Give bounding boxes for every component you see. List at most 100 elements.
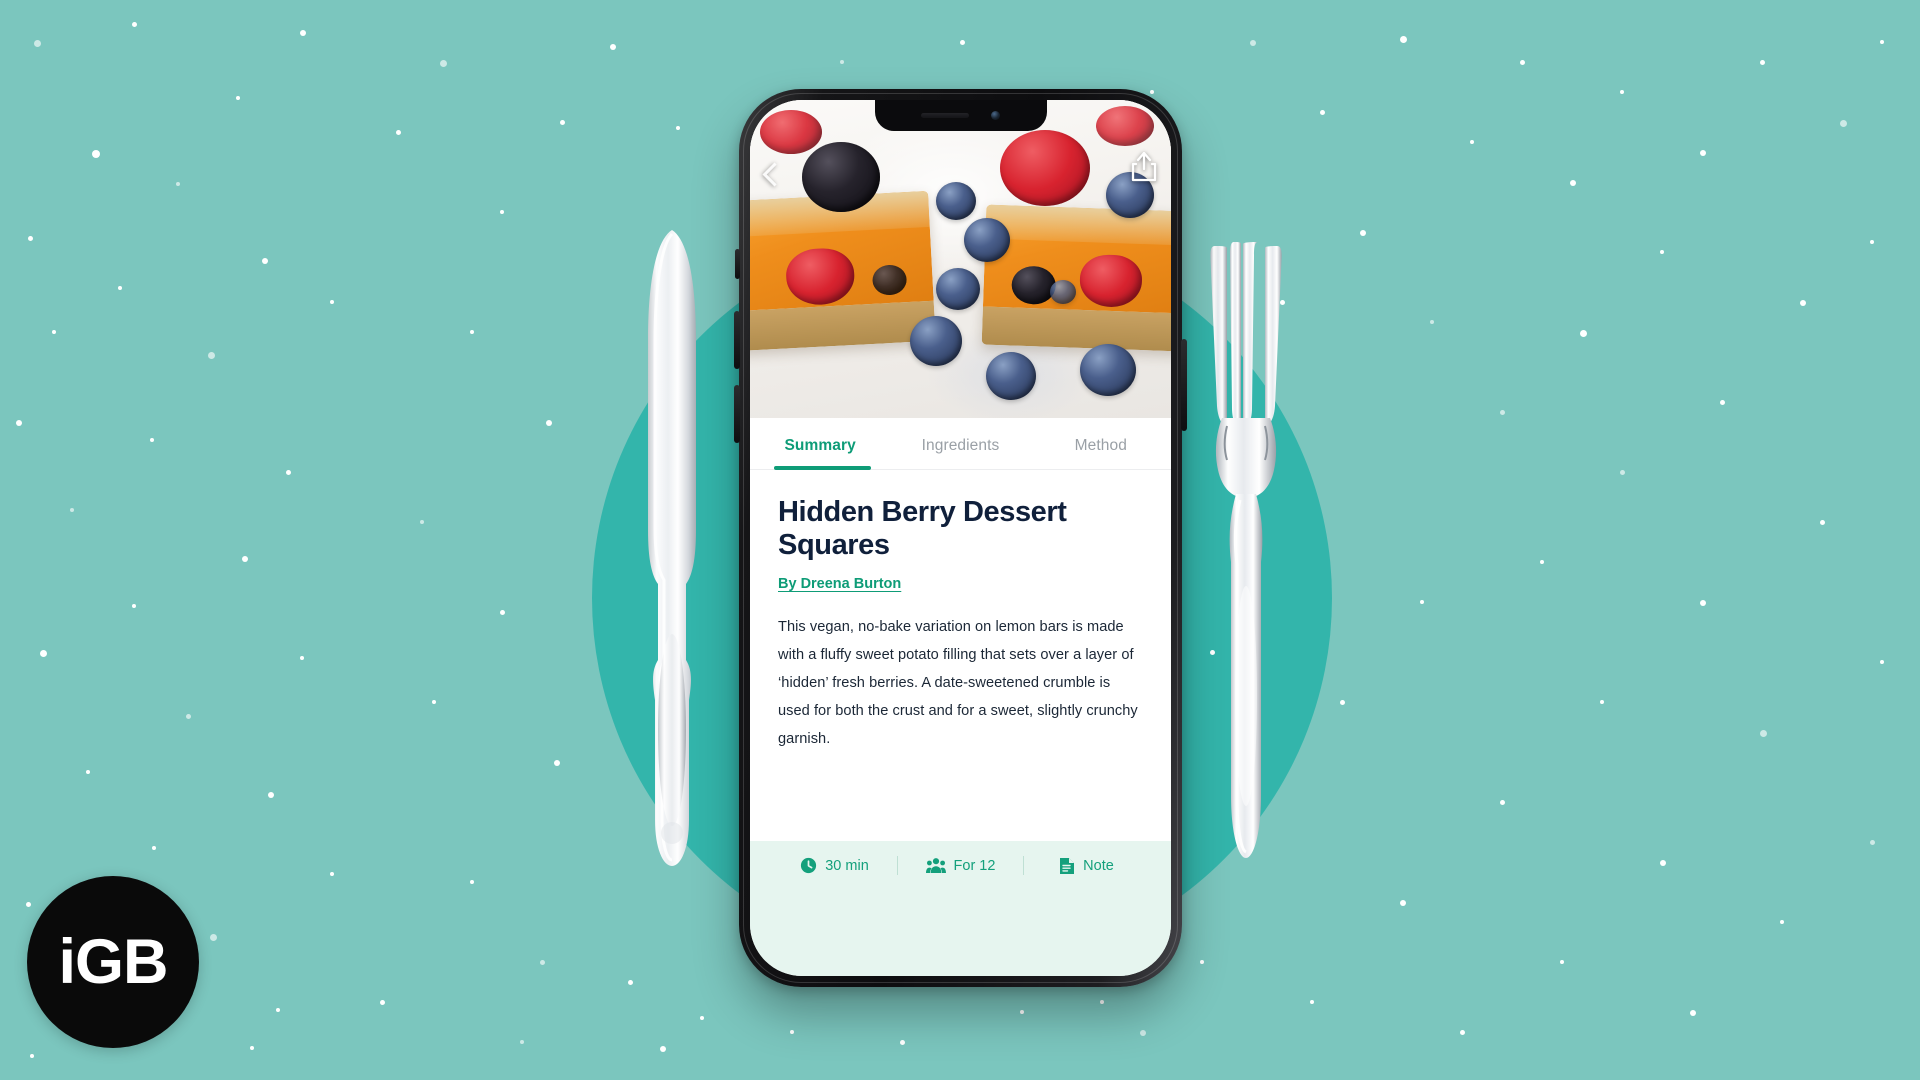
confetti-dot [268,792,274,798]
confetti-dot [34,40,41,47]
confetti-dot [242,556,248,562]
confetti-dot [1400,900,1406,906]
meta-cook-time[interactable]: 30 min [772,857,897,874]
confetti-dot [132,604,136,608]
confetti-dot [1540,560,1544,564]
confetti-dot [1360,230,1366,236]
confetti-dot [1400,36,1407,43]
confetti-dot [1880,40,1884,44]
meta-note-label: Note [1083,857,1114,874]
confetti-dot [210,934,217,941]
share-icon[interactable] [1131,152,1157,182]
silent-switch[interactable] [735,249,740,279]
note-icon [1060,857,1075,874]
confetti-dot [1880,660,1884,664]
confetti-dot [396,130,401,135]
confetti-dot [186,714,191,719]
meta-servings[interactable]: For 12 [898,857,1023,874]
confetti-dot [1620,470,1625,475]
confetti-dot [1840,120,1847,127]
confetti-dot [1280,300,1285,305]
confetti-dot [1500,410,1505,415]
confetti-dot [1200,960,1204,964]
confetti-dot [16,420,22,426]
recipe-hero-image [750,100,1171,418]
summary-panel: Hidden Berry Dessert Squares By Dreena B… [750,470,1171,841]
confetti-dot [700,1016,704,1020]
volume-up-button[interactable] [734,311,740,369]
confetti-dot [380,1000,385,1005]
confetti-dot [1870,240,1874,244]
confetti-dot [1820,520,1825,525]
dessert-square-left [750,190,936,352]
confetti-dot [1470,140,1474,144]
confetti-dot [610,44,616,50]
confetti-dot [1320,110,1325,115]
raspberry-garnish [1000,130,1090,206]
confetti-dot [30,1054,34,1058]
tab-summary[interactable]: Summary [750,437,890,469]
phone-device: Summary Ingredients Method Hidden Berry … [734,89,1187,987]
confetti-dot [1520,60,1525,65]
tab-method[interactable]: Method [1031,437,1171,469]
tab-ingredients[interactable]: Ingredients [890,437,1030,469]
confetti-dot [132,22,137,27]
notch [874,100,1047,131]
confetti-dot [276,1008,280,1012]
confetti-dot [470,330,474,334]
confetti-dot [26,902,31,907]
confetti-dot [300,656,304,660]
confetti-dot [1760,60,1765,65]
confetti-dot [286,470,291,475]
confetti-dot [70,508,74,512]
confetti-dot [1430,320,1434,324]
recipe-title: Hidden Berry Dessert Squares [778,496,1067,562]
confetti-dot [1100,1000,1104,1004]
recipe-author-link[interactable]: By Dreena Burton [778,576,901,592]
confetti-dot [1020,1010,1024,1014]
meta-note[interactable]: Note [1024,857,1149,875]
confetti-dot [1760,730,1767,737]
igb-logo: iGB [27,876,199,1048]
confetti-dot [470,880,474,884]
confetti-dot [1560,960,1564,964]
confetti-dot [520,1040,524,1044]
confetti-dot [500,210,504,214]
blackberry-garnish [802,142,880,212]
confetti-dot [1660,250,1664,254]
confetti-dot [52,330,56,334]
recipe-description: This vegan, no-bake variation on lemon b… [778,619,1138,748]
confetti-dot [1600,700,1604,704]
confetti-dot [840,60,844,64]
screen-bottom-fill [750,890,1171,976]
confetti-dot [150,438,154,442]
power-button[interactable] [1181,339,1187,431]
confetti-dot [300,30,306,36]
confetti-dot [790,1030,794,1034]
confetti-dot [540,960,545,965]
confetti-dot [1570,180,1576,186]
meta-servings-label: For 12 [953,857,996,874]
confetti-dot [1250,40,1256,46]
volume-down-button[interactable] [734,385,740,443]
confetti-dot [440,60,447,67]
dessert-square-right [981,204,1171,352]
confetti-dot [262,258,268,264]
meta-cook-time-label: 30 min [825,857,869,874]
earpiece-speaker-icon [921,113,969,118]
confetti-dot [1340,700,1345,705]
confetti-dot [40,650,47,657]
confetti-dot [1310,1000,1314,1004]
confetti-dot [176,182,180,186]
confetti-dot [1870,840,1875,845]
confetti-dot [1660,860,1666,866]
confetti-dot [208,352,215,359]
confetti-dot [960,40,965,45]
confetti-dot [28,236,33,241]
confetti-dot [250,1046,254,1050]
confetti-dot [500,610,505,615]
confetti-dot [900,1040,905,1045]
recipe-tabs: Summary Ingredients Method [750,418,1171,470]
confetti-dot [560,120,565,125]
confetti-dot [1780,920,1784,924]
